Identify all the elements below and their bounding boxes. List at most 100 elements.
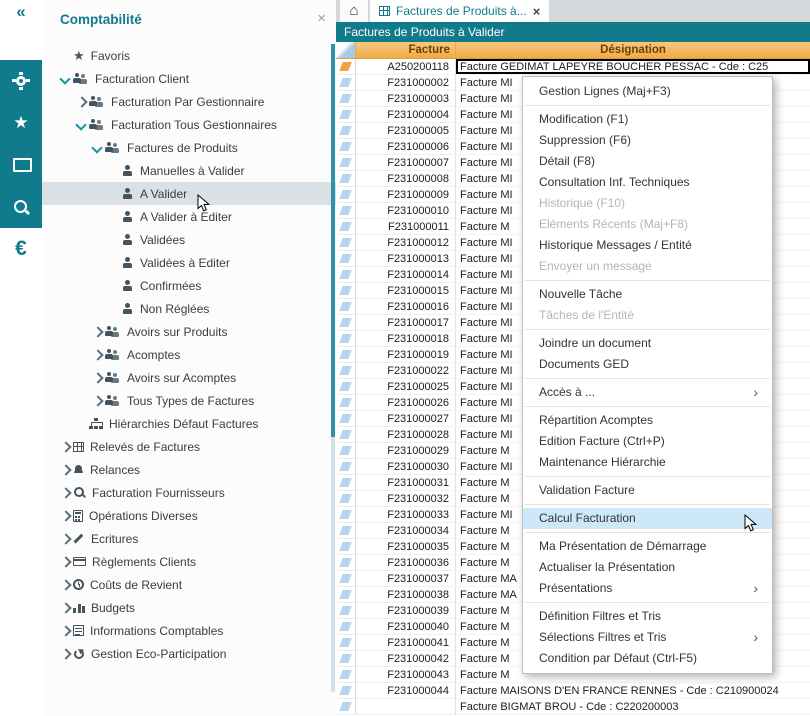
row-selector[interactable] [336, 219, 356, 235]
row-selector[interactable] [336, 587, 356, 603]
sidebar-item-gestion-eco-participation[interactable]: Gestion Eco-Participation [42, 642, 336, 665]
facture-cell[interactable]: F231000043 [356, 667, 456, 683]
facture-cell[interactable]: F231000035 [356, 539, 456, 555]
facture-cell[interactable]: F231000004 [356, 107, 456, 123]
menu-item-selections-filtres-et-tris[interactable]: Sélections Filtres et Tris› [523, 627, 772, 648]
row-selector[interactable] [336, 91, 356, 107]
row-selector[interactable] [336, 395, 356, 411]
menu-item-historique-messages-entite[interactable]: Historique Messages / Entité [523, 235, 772, 256]
row-selector[interactable] [336, 331, 356, 347]
facture-cell[interactable]: F231000030 [356, 459, 456, 475]
facture-cell[interactable]: F231000039 [356, 603, 456, 619]
facture-cell[interactable]: F231000007 [356, 155, 456, 171]
favorites-button[interactable] [0, 102, 42, 144]
facture-cell[interactable]: F231000012 [356, 235, 456, 251]
row-selector[interactable] [336, 299, 356, 315]
chevron-right-icon[interactable] [90, 325, 104, 339]
chevron-right-icon[interactable] [58, 509, 72, 523]
row-selector[interactable] [336, 443, 356, 459]
row-selector[interactable] [336, 235, 356, 251]
facture-cell[interactable]: F231000029 [356, 443, 456, 459]
sidebar-item-factures-de-produits[interactable]: Factures de Produits [42, 136, 336, 159]
facture-cell[interactable]: F231000011 [356, 219, 456, 235]
sidebar-item-facturation-fournisseurs[interactable]: Facturation Fournisseurs [42, 481, 336, 504]
facture-cell[interactable]: F231000025 [356, 379, 456, 395]
row-selector[interactable] [336, 171, 356, 187]
tab-factures-de-produits[interactable]: Factures de Produits à... × [370, 0, 549, 22]
desktop-button[interactable] [0, 144, 42, 186]
row-selector[interactable] [336, 363, 356, 379]
chevron-right-icon[interactable] [58, 440, 72, 454]
sidebar-item-facturation-par-gestionnaire[interactable]: Facturation Par Gestionnaire [42, 90, 336, 113]
row-selector[interactable] [336, 347, 356, 363]
row-selector[interactable] [336, 427, 356, 443]
facture-cell[interactable]: F231000002 [356, 75, 456, 91]
row-selector[interactable] [336, 379, 356, 395]
row-selector[interactable] [336, 539, 356, 555]
menu-item-acces-a[interactable]: Accès à ...› [523, 382, 772, 403]
sidebar-item-ecritures[interactable]: Ecritures [42, 527, 336, 550]
row-selector[interactable] [336, 203, 356, 219]
facture-cell[interactable]: F231000017 [356, 315, 456, 331]
row-selector[interactable] [336, 59, 356, 75]
row-selector[interactable] [336, 251, 356, 267]
row-selector[interactable] [336, 139, 356, 155]
sidebar-item-informations-comptables[interactable]: Informations Comptables [42, 619, 336, 642]
chevron-down-icon[interactable] [58, 72, 72, 86]
table-row[interactable]: F231000044Facture MAISONS D'EN FRANCE RE… [336, 683, 810, 699]
row-selector-header[interactable] [336, 42, 356, 58]
facture-cell[interactable]: F231000027 [356, 411, 456, 427]
menu-item-suppression-f6[interactable]: Suppression (F6) [523, 130, 772, 151]
row-selector[interactable] [336, 651, 356, 667]
row-selector[interactable] [336, 523, 356, 539]
chevron-down-icon[interactable] [74, 118, 88, 132]
facture-cell[interactable]: F231000016 [356, 299, 456, 315]
row-selector[interactable] [336, 123, 356, 139]
column-header-facture[interactable]: Facture [356, 42, 456, 58]
chevron-right-icon[interactable] [90, 348, 104, 362]
menu-item-detail-f8[interactable]: Détail (F8) [523, 151, 772, 172]
row-selector[interactable] [336, 411, 356, 427]
facture-cell[interactable]: F231000042 [356, 651, 456, 667]
facture-cell[interactable]: F231000028 [356, 427, 456, 443]
facture-cell[interactable]: F231000003 [356, 91, 456, 107]
facture-cell[interactable]: F231000038 [356, 587, 456, 603]
row-selector[interactable] [336, 507, 356, 523]
column-header-designation[interactable]: Désignation [456, 42, 810, 58]
row-selector[interactable] [336, 683, 356, 699]
menu-item-edition-facture-ctrl-p[interactable]: Edition Facture (Ctrl+P) [523, 431, 772, 452]
facture-cell[interactable]: F231000010 [356, 203, 456, 219]
chevron-right-icon[interactable] [58, 647, 72, 661]
facture-cell[interactable] [356, 699, 456, 715]
facture-cell[interactable]: F231000014 [356, 267, 456, 283]
facture-cell[interactable]: F231000041 [356, 635, 456, 651]
row-selector[interactable] [336, 475, 356, 491]
facture-cell[interactable]: F231000036 [356, 555, 456, 571]
facture-cell[interactable]: A250200118 [356, 59, 456, 75]
facture-cell[interactable]: F231000008 [356, 171, 456, 187]
row-selector[interactable] [336, 603, 356, 619]
row-selector[interactable] [336, 491, 356, 507]
menu-item-validation-facture[interactable]: Validation Facture [523, 480, 772, 501]
facture-cell[interactable]: F231000040 [356, 619, 456, 635]
sidebar-item-acomptes[interactable]: Acomptes [42, 343, 336, 366]
facture-cell[interactable]: F231000032 [356, 491, 456, 507]
row-selector[interactable] [336, 459, 356, 475]
row-selector[interactable] [336, 267, 356, 283]
row-selector[interactable] [336, 155, 356, 171]
sidebar-scrollbar-thumb[interactable] [331, 44, 335, 437]
menu-item-joindre-un-document[interactable]: Joindre un document [523, 333, 772, 354]
sidebar-item-non-reglees[interactable]: Non Réglées [42, 297, 336, 320]
designation-cell[interactable]: Facture GEDIMAT LAPEYRE BOUCHER PESSAC -… [456, 59, 810, 75]
sidebar-item-reglements-clients[interactable]: Règlements Clients [42, 550, 336, 573]
settings-button[interactable] [0, 60, 42, 102]
facture-cell[interactable]: F231000022 [356, 363, 456, 379]
close-icon[interactable]: × [533, 4, 541, 19]
sidebar-item-relances[interactable]: Relances [42, 458, 336, 481]
sidebar-item-couts-de-revient[interactable]: Coûts de Revient [42, 573, 336, 596]
menu-item-maintenance-hierarchie[interactable]: Maintenance Hiérarchie [523, 452, 772, 473]
sidebar-item-operations-diverses[interactable]: Opérations Diverses [42, 504, 336, 527]
facture-cell[interactable]: F231000005 [356, 123, 456, 139]
collapse-panel-button[interactable] [0, 0, 42, 60]
row-selector[interactable] [336, 699, 356, 715]
